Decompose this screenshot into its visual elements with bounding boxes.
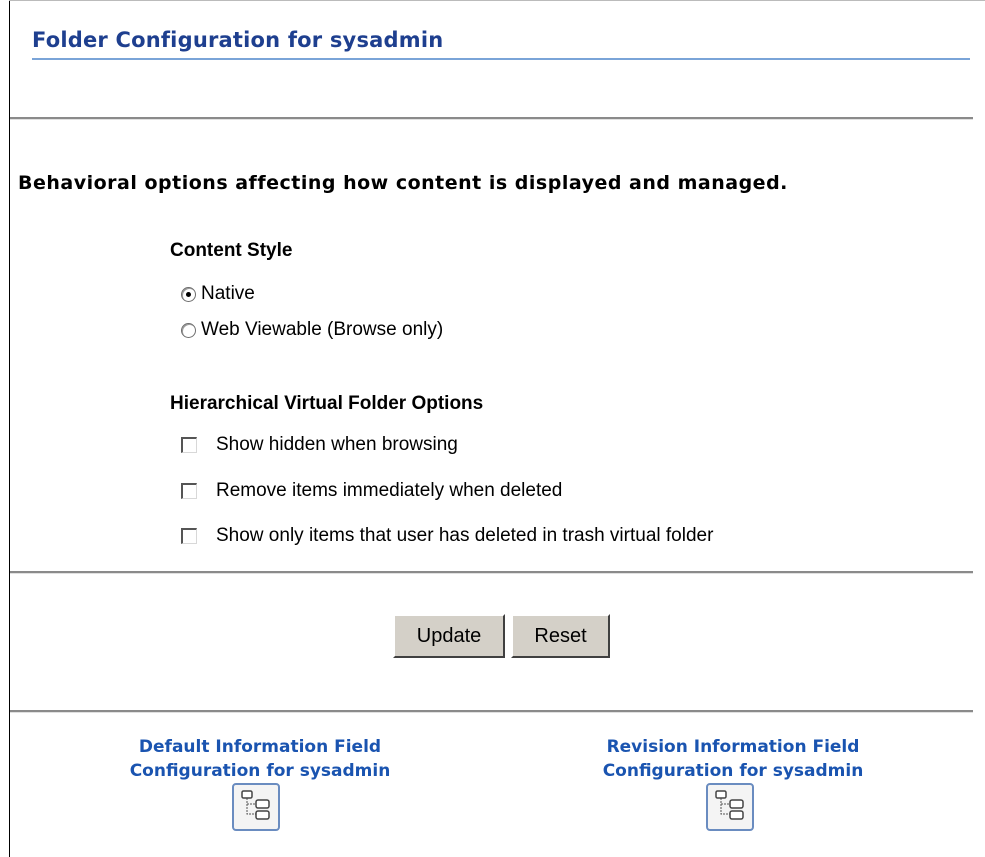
title-underline (32, 58, 970, 60)
link-line-2: Configuration for sysadmin (129, 761, 391, 781)
link-line-2: Configuration for sysadmin (602, 761, 864, 781)
folder-tree-icon[interactable] (706, 783, 754, 831)
divider-top (10, 117, 973, 120)
radio-button-selected[interactable] (181, 286, 196, 302)
content-style-heading: Content Style (170, 240, 293, 261)
checkbox-box[interactable] (181, 437, 197, 453)
radio-web-viewable[interactable]: Web Viewable (Browse only) (181, 319, 443, 341)
radio-native-label: Native (201, 283, 255, 304)
radio-web-viewable-label: Web Viewable (Browse only) (201, 319, 444, 340)
checkbox-remove-immediately-label: Remove items immediately when deleted (216, 480, 563, 501)
divider-bottom (10, 710, 973, 713)
checkbox-box[interactable] (181, 528, 197, 544)
checkbox-show-only-user-deleted[interactable]: Show only items that user has deleted in… (181, 525, 713, 547)
divider-middle (10, 571, 973, 574)
default-info-field-config-link[interactable]: Default Information Field Configuration … (80, 735, 440, 783)
link-line-1: Default Information Field (138, 737, 382, 757)
checkbox-box[interactable] (181, 483, 197, 499)
reset-button[interactable]: Reset (511, 614, 610, 658)
frame-border-top (9, 0, 985, 1)
description-text: Behavioral options affecting how content… (18, 172, 788, 194)
folder-tree-icon[interactable] (232, 783, 280, 831)
page-title: Folder Configuration for sysadmin (32, 28, 444, 52)
update-button[interactable]: Update (393, 614, 505, 658)
checkbox-show-hidden[interactable]: Show hidden when browsing (181, 434, 458, 456)
revision-info-field-config-link[interactable]: Revision Information Field Configuration… (553, 735, 913, 783)
radio-native[interactable]: Native (181, 283, 255, 305)
checkbox-show-hidden-label: Show hidden when browsing (216, 434, 458, 455)
link-line-1: Revision Information Field (606, 737, 860, 757)
virtual-folder-options-heading: Hierarchical Virtual Folder Options (170, 393, 484, 414)
checkbox-show-only-user-deleted-label: Show only items that user has deleted in… (216, 525, 714, 546)
radio-button[interactable] (181, 322, 196, 338)
frame-border-left (9, 0, 10, 857)
checkbox-remove-immediately[interactable]: Remove items immediately when deleted (181, 480, 562, 502)
